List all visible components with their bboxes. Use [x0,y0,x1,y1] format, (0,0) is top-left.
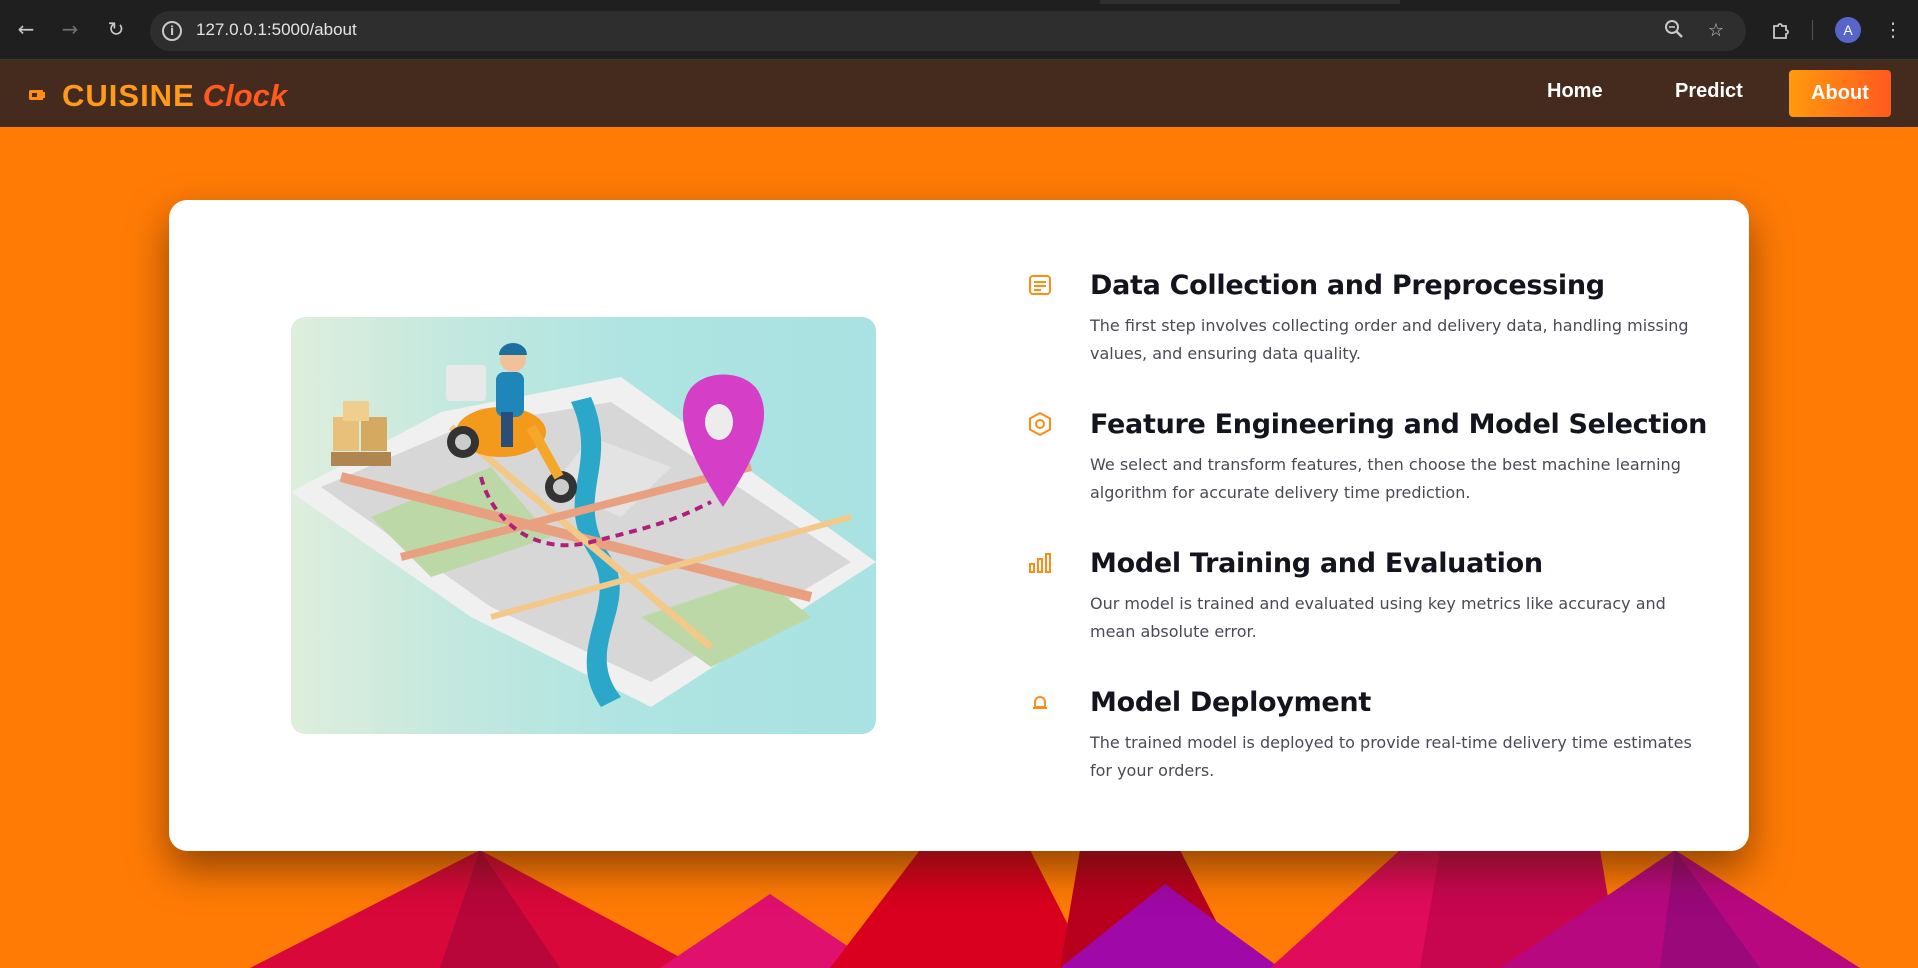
site-navbar: CUISINE Clock Home Predict [0,60,1918,127]
feature-title: Model Deployment [1090,687,1371,718]
browser-toolbar: ← → ↻ i 127.0.0.1:5000/about ☆ A ⋮ [0,0,1918,60]
boxes-icon [331,401,391,466]
deploy-bell-icon [1027,689,1053,715]
about-card: Data Collection and Preprocessing The fi… [169,200,1749,851]
brand-name-part1: CUISINE [62,78,195,113]
brand-logo[interactable]: CUISINE Clock [28,78,287,114]
feature-description: We select and transform features, then c… [1090,455,1681,502]
profile-avatar[interactable]: A [1835,17,1861,43]
feature-description: Our model is trained and evaluated using… [1090,594,1666,641]
bookmark-star-icon[interactable]: ☆ [1704,19,1728,43]
brand-name-part2: Clock [202,78,288,113]
back-arrow-icon[interactable]: ← [12,15,40,43]
nav-about-link[interactable]: About [1789,70,1891,117]
extensions-icon[interactable] [1766,15,1796,45]
delivery-map-illustration [291,317,876,734]
feature-description: The first step involves collecting order… [1090,316,1689,363]
menu-kebab-icon[interactable]: ⋮ [1878,15,1908,45]
bar-chart-icon [1027,550,1053,576]
site-info-icon[interactable]: i [162,21,182,41]
tab-strip [1100,0,1400,4]
address-bar[interactable]: i 127.0.0.1:5000/about ☆ [150,11,1746,51]
zoom-icon[interactable] [1662,19,1686,43]
forward-arrow-icon[interactable]: → [56,15,84,43]
url-text[interactable]: 127.0.0.1:5000/about [196,20,357,40]
nav-home-link[interactable]: Home [1547,80,1603,103]
reload-icon[interactable]: ↻ [102,15,130,43]
feature-title: Feature Engineering and Model Selection [1090,409,1708,440]
toolbar-divider [1812,20,1813,40]
food-cart-icon [28,86,48,106]
nav-predict-link[interactable]: Predict [1675,80,1743,103]
feature-description: The trained model is deployed to provide… [1090,733,1692,780]
hexagon-cog-icon [1027,411,1053,437]
document-list-icon [1027,272,1053,298]
feature-title: Data Collection and Preprocessing [1090,270,1605,301]
feature-title: Model Training and Evaluation [1090,548,1543,579]
background-mountains [250,850,1860,968]
